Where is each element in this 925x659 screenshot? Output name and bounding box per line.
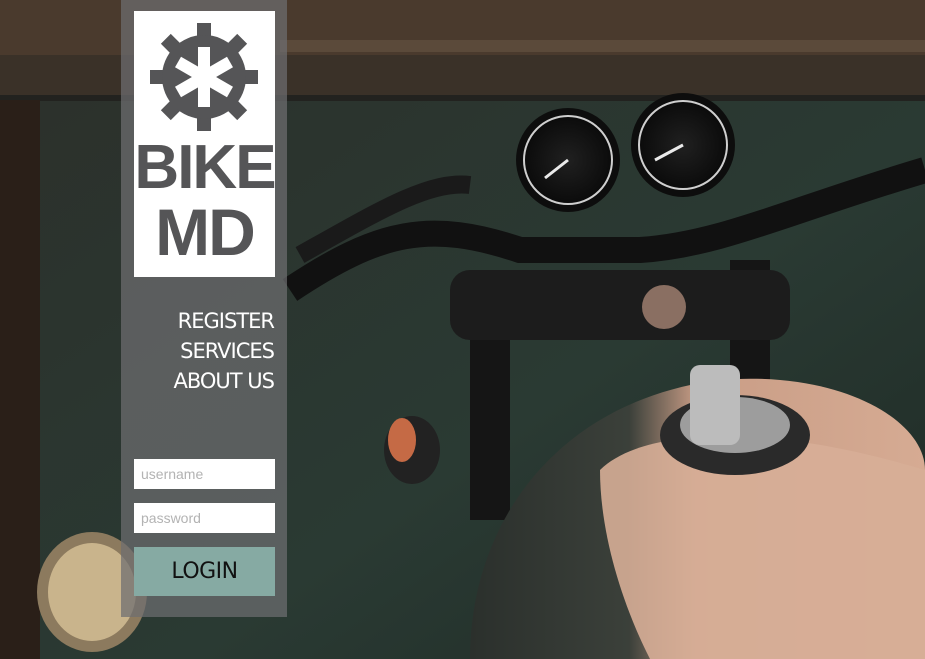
- password-input[interactable]: [134, 503, 275, 533]
- sidebar-panel: BIKE MD REGISTER SERVICES ABOUT US LOGIN: [121, 0, 287, 617]
- main-nav: REGISTER SERVICES ABOUT US: [173, 306, 275, 396]
- nav-services[interactable]: SERVICES: [173, 336, 275, 366]
- gear-asterisk-icon: [150, 23, 258, 131]
- login-button[interactable]: LOGIN: [134, 547, 275, 596]
- nav-about-us[interactable]: ABOUT US: [173, 366, 275, 396]
- username-input[interactable]: [134, 459, 275, 489]
- nav-register[interactable]: REGISTER: [173, 306, 275, 336]
- bike-md-logo[interactable]: BIKE MD: [134, 11, 277, 277]
- logo-text-bike: BIKE: [134, 133, 276, 202]
- logo-text-md: MD: [155, 195, 256, 269]
